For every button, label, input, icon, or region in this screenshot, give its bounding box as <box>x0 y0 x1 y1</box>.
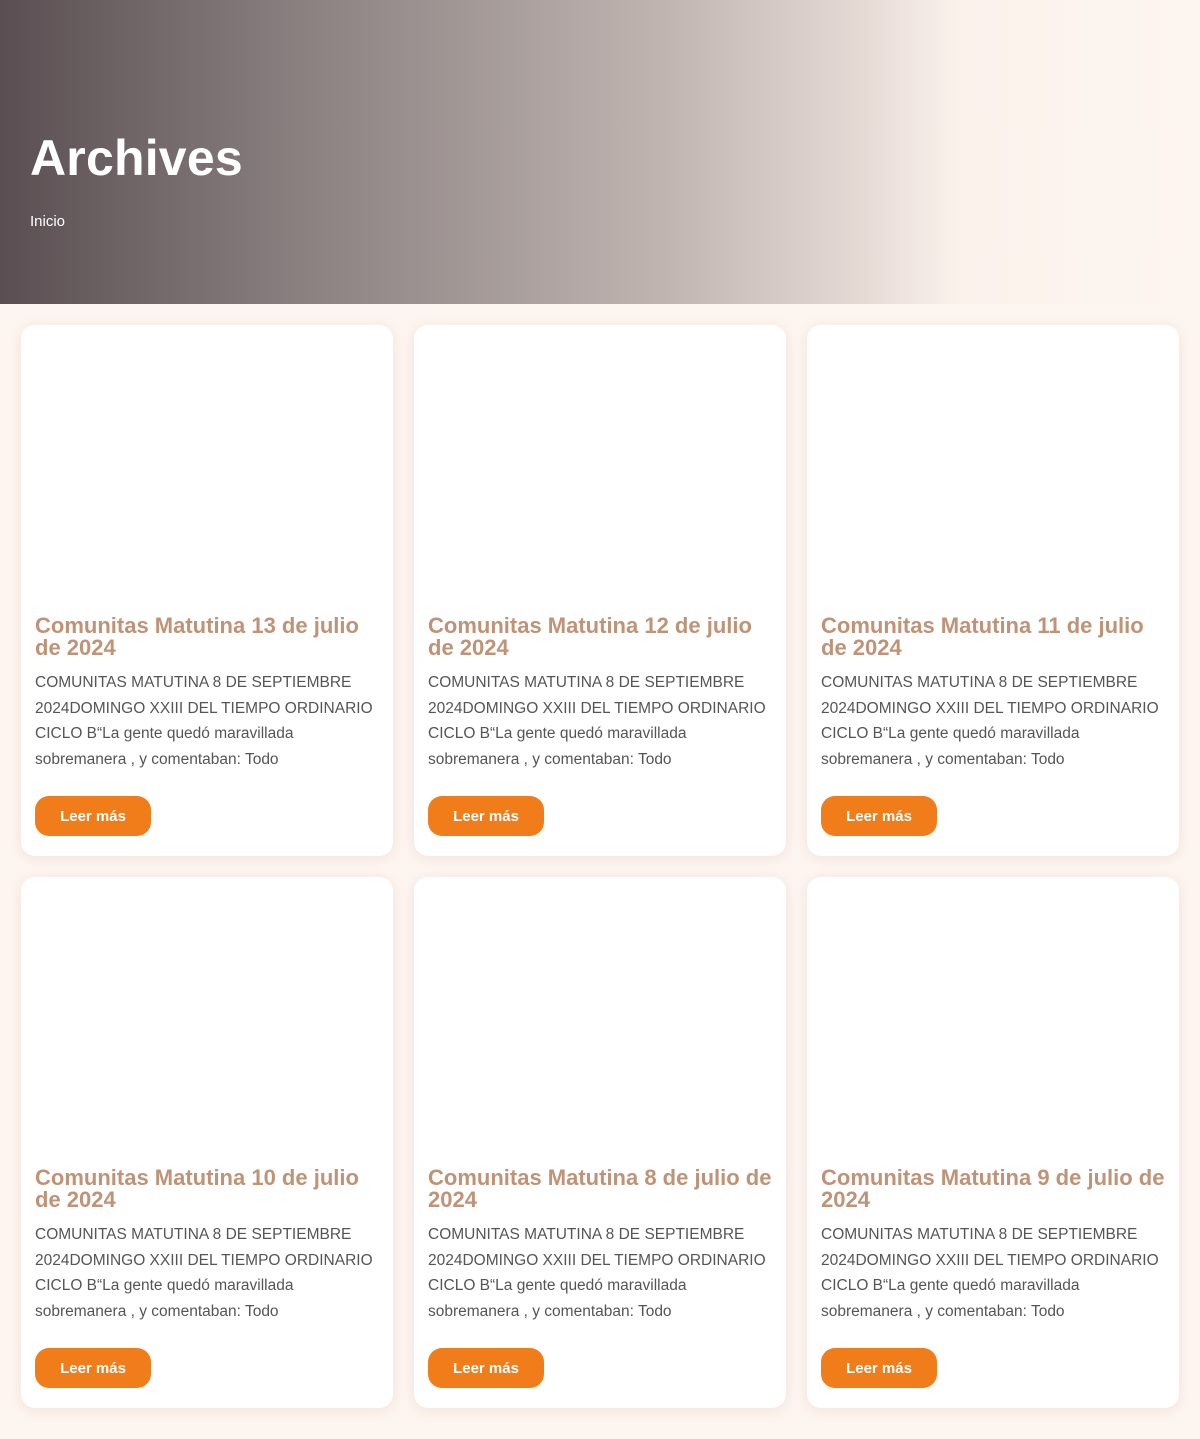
post-thumbnail[interactable] <box>807 325 1179 595</box>
read-more-button[interactable]: Leer más <box>821 1348 937 1388</box>
post-thumbnail[interactable] <box>807 877 1179 1147</box>
posts-grid: Comunitas Matutina 13 de julio de 2024 C… <box>21 325 1180 1408</box>
read-more-button[interactable]: Leer más <box>35 796 151 836</box>
post-excerpt: COMUNITAS MATUTINA 8 DE SEPTIEMBRE 2024D… <box>35 1226 373 1320</box>
post-thumbnail[interactable] <box>21 325 393 595</box>
read-more-button[interactable]: Leer más <box>428 1348 544 1388</box>
page-title: Archives <box>30 130 243 186</box>
post-title-link[interactable]: Comunitas Matutina 13 de julio de 2024 <box>35 615 380 659</box>
post-title-link[interactable]: Comunitas Matutina 12 de julio de 2024 <box>428 615 773 659</box>
post-excerpt: COMUNITAS MATUTINA 8 DE SEPTIEMBRE 2024D… <box>821 1226 1159 1320</box>
post-card: Comunitas Matutina 10 de julio de 2024 C… <box>21 877 393 1408</box>
post-card: Comunitas Matutina 8 de julio de 2024 CO… <box>414 877 786 1408</box>
post-excerpt: COMUNITAS MATUTINA 8 DE SEPTIEMBRE 2024D… <box>428 1226 766 1320</box>
post-title-link[interactable]: Comunitas Matutina 10 de julio de 2024 <box>35 1167 380 1211</box>
read-more-button[interactable]: Leer más <box>428 796 544 836</box>
post-thumbnail[interactable] <box>414 325 786 595</box>
read-more-button[interactable]: Leer más <box>35 1348 151 1388</box>
read-more-button[interactable]: Leer más <box>821 796 937 836</box>
post-title-link[interactable]: Comunitas Matutina 8 de julio de 2024 <box>428 1167 773 1211</box>
post-card: Comunitas Matutina 13 de julio de 2024 C… <box>21 325 393 856</box>
post-thumbnail[interactable] <box>414 877 786 1147</box>
post-excerpt: COMUNITAS MATUTINA 8 DE SEPTIEMBRE 2024D… <box>35 674 373 768</box>
archive-hero: Archives Inicio <box>0 0 1200 304</box>
post-title-link[interactable]: Comunitas Matutina 11 de julio de 2024 <box>821 615 1166 659</box>
post-thumbnail[interactable] <box>21 877 393 1147</box>
post-title-link[interactable]: Comunitas Matutina 9 de julio de 2024 <box>821 1167 1166 1211</box>
breadcrumb-home-link[interactable]: Inicio <box>30 213 65 230</box>
post-card: Comunitas Matutina 11 de julio de 2024 C… <box>807 325 1179 856</box>
post-excerpt: COMUNITAS MATUTINA 8 DE SEPTIEMBRE 2024D… <box>428 674 766 768</box>
post-card: Comunitas Matutina 9 de julio de 2024 CO… <box>807 877 1179 1408</box>
post-excerpt: COMUNITAS MATUTINA 8 DE SEPTIEMBRE 2024D… <box>821 674 1159 768</box>
post-card: Comunitas Matutina 12 de julio de 2024 C… <box>414 325 786 856</box>
